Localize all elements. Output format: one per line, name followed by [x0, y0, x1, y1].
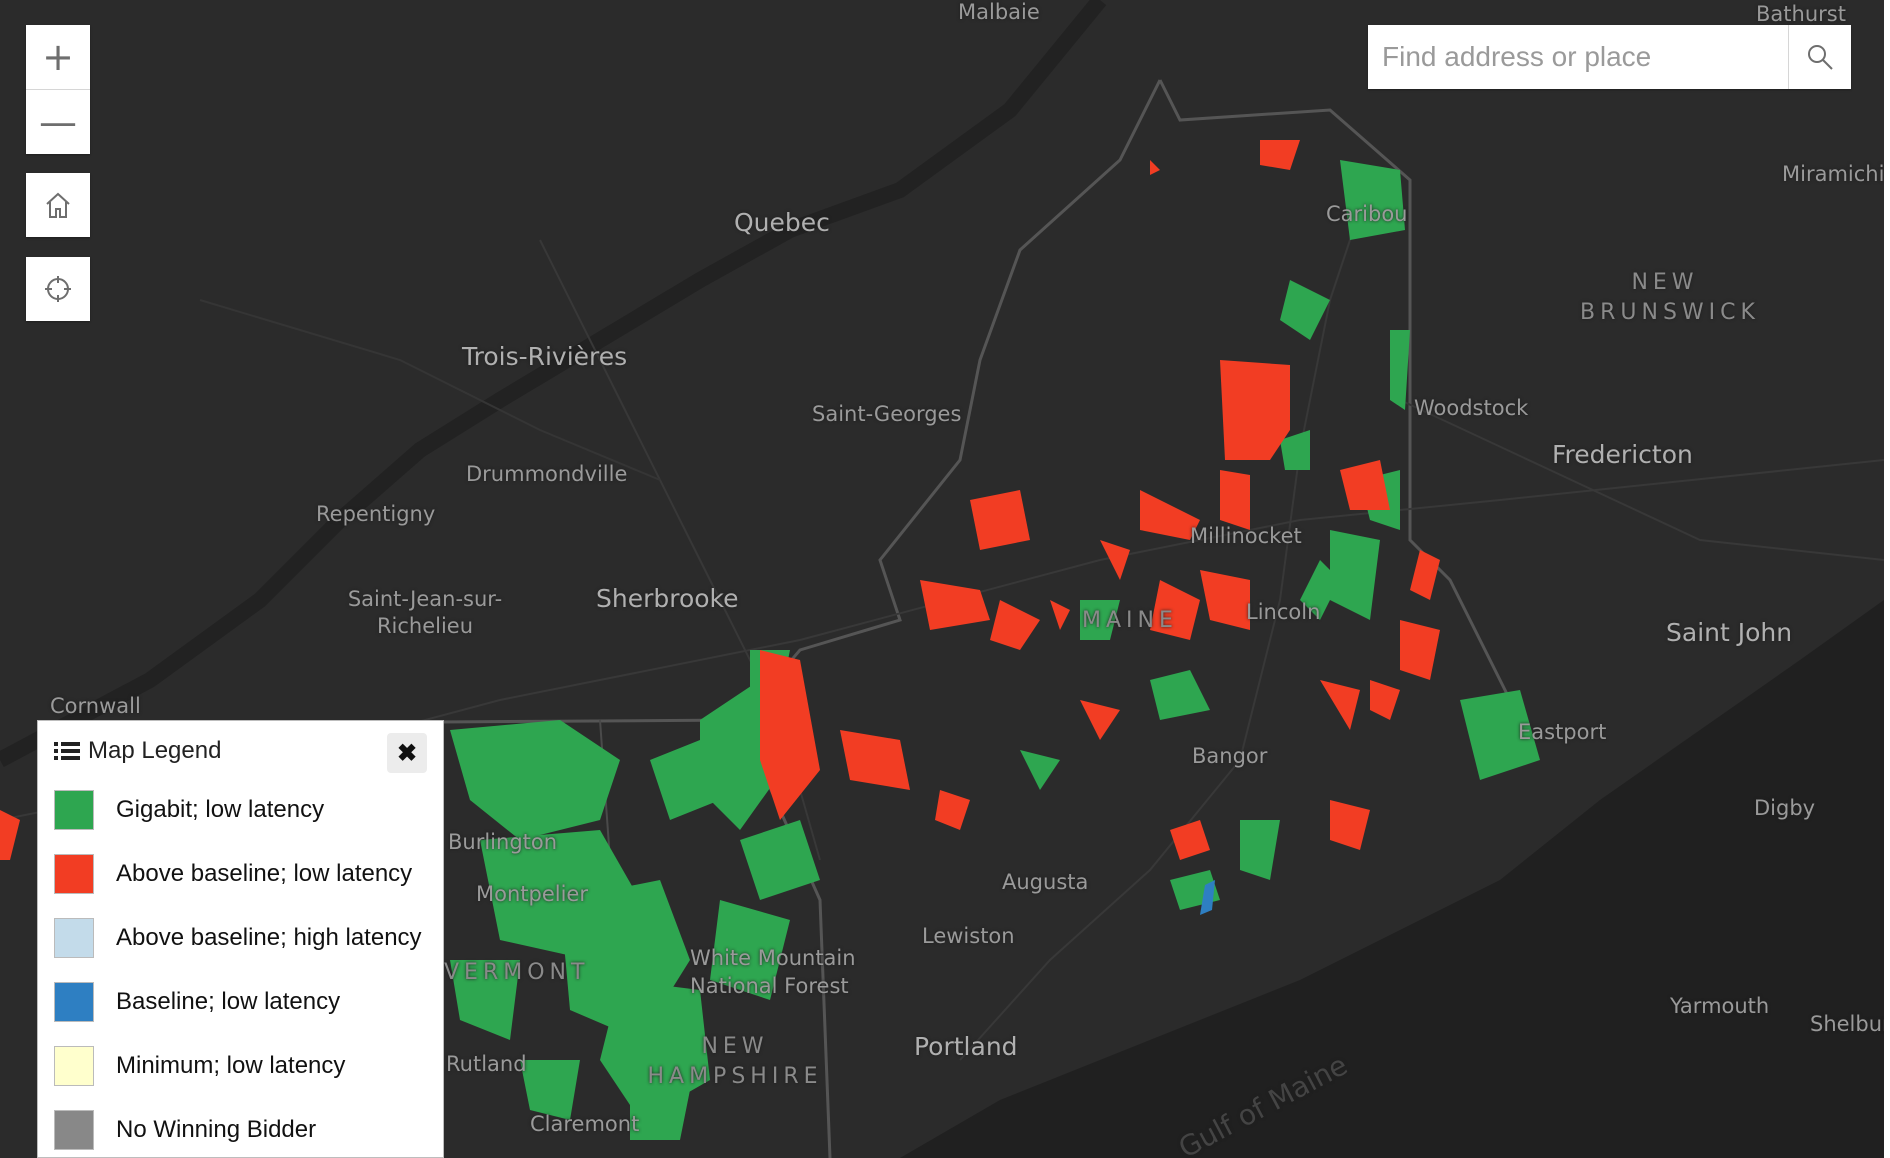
- locate-icon: [45, 276, 71, 302]
- legend-swatch: [54, 854, 94, 894]
- zoom-out-button[interactable]: —: [26, 89, 90, 154]
- legend-swatch: [54, 918, 94, 958]
- region-label: NEW HAMPSHIRE: [647, 1034, 823, 1089]
- legend-title: Map Legend: [88, 737, 222, 764]
- place-label: Cornwall: [50, 694, 141, 718]
- place-label: Yarmouth: [1670, 994, 1770, 1018]
- region-label: NEW BRUNSWICK: [1580, 270, 1760, 325]
- place-label: Saint-Jean-sur-Richelieu: [347, 587, 503, 638]
- place-label: Augusta: [1002, 870, 1089, 894]
- legend-item: Baseline; low latency: [54, 981, 340, 1023]
- legend-label: Gigabit; low latency: [116, 796, 325, 823]
- legend-label: Above baseline; low latency: [116, 860, 413, 887]
- place-label: Fredericton: [1552, 440, 1693, 469]
- zoom-control: + —: [26, 25, 90, 154]
- place-label: Claremont: [530, 1112, 640, 1136]
- legend-item: Minimum; low latency: [54, 1045, 345, 1087]
- legend-swatch: [54, 982, 94, 1022]
- place-label: Digby: [1754, 796, 1816, 820]
- region-label: MAINE: [1082, 608, 1178, 633]
- place-label: Lincoln: [1246, 600, 1321, 624]
- place-label: Saint-Georges: [812, 402, 962, 426]
- place-label: Miramichi: [1782, 162, 1884, 186]
- legend-swatch: [54, 1046, 94, 1086]
- place-label: Bangor: [1192, 744, 1268, 768]
- place-label: Montpelier: [476, 882, 588, 906]
- region-label: VERMONT: [444, 960, 590, 985]
- place-label: Saint John: [1666, 618, 1793, 647]
- locate-button[interactable]: [26, 257, 90, 321]
- map-view[interactable]: Malbaie Bathurst Miramichi Quebec Caribo…: [0, 0, 1884, 1158]
- home-icon: [46, 192, 70, 218]
- place-label: Burlington: [448, 830, 558, 854]
- place-label: Quebec: [734, 208, 830, 237]
- place-label: Portland: [914, 1032, 1018, 1061]
- legend-label: Above baseline; high latency: [116, 924, 422, 951]
- place-label: Caribou: [1326, 202, 1408, 226]
- zoom-in-button[interactable]: +: [26, 25, 90, 89]
- legend-item: Above baseline; high latency: [54, 917, 422, 959]
- place-label: Rutland: [446, 1052, 527, 1076]
- home-button[interactable]: [26, 173, 90, 237]
- legend-swatch: [54, 1110, 94, 1150]
- legend-header: Map Legend: [54, 737, 221, 765]
- legend-item: Above baseline; low latency: [54, 853, 412, 895]
- legend-item: Gigabit; low latency: [54, 789, 324, 831]
- place-label: Drummondville: [466, 462, 628, 486]
- search-input[interactable]: [1368, 25, 1788, 89]
- legend-item: No Winning Bidder: [54, 1109, 316, 1151]
- legend-label: No Winning Bidder: [116, 1116, 317, 1143]
- place-label: Millinocket: [1190, 524, 1302, 548]
- legend-swatch: [54, 790, 94, 830]
- legend-label: Minimum; low latency: [116, 1052, 346, 1079]
- search-button[interactable]: [1788, 25, 1851, 89]
- place-label: Sherbrooke: [596, 584, 739, 613]
- place-label: White Mountain National Forest: [690, 946, 856, 998]
- place-label: Bathurst: [1756, 2, 1846, 26]
- place-label: Shelburne: [1810, 1012, 1884, 1036]
- legend-label: Baseline; low latency: [116, 988, 341, 1015]
- legend-close-button[interactable]: ✖: [387, 733, 427, 773]
- list-icon: [54, 742, 80, 760]
- map-legend: Map Legend ✖ Gigabit; low latency Above …: [37, 720, 444, 1158]
- place-label: Eastport: [1518, 720, 1607, 744]
- place-label: Woodstock: [1414, 396, 1529, 420]
- search-bar: [1368, 25, 1851, 89]
- place-label: Repentigny: [316, 502, 436, 526]
- place-label: Lewiston: [922, 924, 1015, 948]
- search-icon: [1808, 45, 1833, 70]
- place-label: Malbaie: [958, 0, 1040, 24]
- place-label: Trois-Rivières: [462, 342, 628, 371]
